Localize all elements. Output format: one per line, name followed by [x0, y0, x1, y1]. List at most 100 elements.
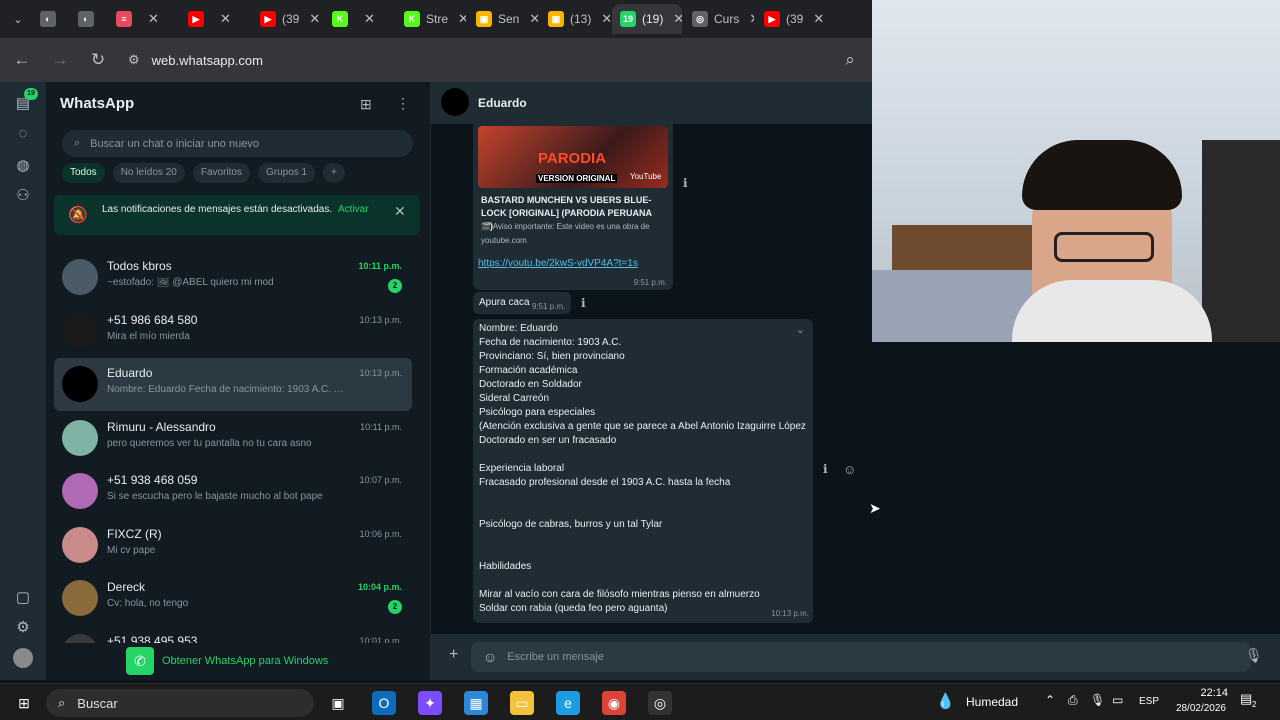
tab-search-icon[interactable]: ⌄: [6, 13, 30, 26]
close-tab-icon[interactable]: ✕: [529, 11, 538, 27]
notice-activate-link[interactable]: Activar: [338, 204, 369, 215]
chat-list-item[interactable]: +51 938 495 953 10:01 p.m.: [54, 626, 412, 643]
browser-tab[interactable]: ▶ ✕: [180, 4, 250, 34]
edge-icon[interactable]: e: [556, 691, 580, 715]
filter-chip[interactable]: Todos: [62, 163, 105, 183]
browser-tab[interactable]: K Stre ✕: [396, 4, 466, 34]
notification-icon[interactable]: ▤: [1240, 691, 1260, 711]
close-tab-icon[interactable]: ✕: [220, 11, 231, 27]
browser-tab[interactable]: ◐: [32, 4, 68, 34]
profile-avatar[interactable]: [13, 648, 33, 668]
browser-tab[interactable]: ◎ Curs ✕: [684, 4, 754, 34]
close-tab-icon[interactable]: ✕: [749, 11, 754, 27]
address-bar[interactable]: ⚙ web.whatsapp.com: [124, 45, 824, 75]
file-explorer-icon[interactable]: ▭: [510, 691, 534, 715]
message-time: 10:13 p.m.: [771, 609, 809, 618]
message-line: [479, 574, 813, 588]
clock-date[interactable]: 28/02/2026: [1168, 703, 1226, 714]
message-line: Mirar al vacío con cara de filósofo mien…: [479, 589, 760, 600]
site-info-icon[interactable]: ⚙: [128, 52, 140, 68]
close-tab-icon[interactable]: ✕: [813, 11, 824, 27]
close-tab-icon[interactable]: ✕: [364, 11, 375, 27]
youtube-link[interactable]: https://youtu.be/2kwS-vdVP4A?t=1s: [478, 258, 638, 269]
close-icon[interactable]: ✕: [394, 203, 406, 220]
chat-time: 10:13 p.m.: [359, 314, 402, 325]
attach-plus-icon[interactable]: +: [449, 646, 458, 664]
chat-list-item[interactable]: Rimuru - Alessandro pero queremos ver tu …: [54, 412, 412, 465]
chat-list: Todos kbros ~estofado: 🖼 @ABEL quiero mi …: [46, 243, 431, 643]
forward-icon[interactable]: →: [48, 50, 72, 70]
new-chat-icon[interactable]: ⊞: [360, 96, 372, 113]
browser-tab[interactable]: ▣ Sen ✕: [468, 4, 538, 34]
network-icon[interactable]: ▭: [1112, 693, 1123, 707]
browser-tab[interactable]: ≡ ✕: [108, 4, 178, 34]
chat-preview: Cv: hola, no tengo: [107, 598, 189, 609]
browser-tab[interactable]: ▶ (39 ✕: [252, 4, 322, 34]
communities-icon[interactable]: ⚇: [13, 186, 33, 206]
task-view-icon[interactable]: ▣: [326, 691, 350, 715]
get-whatsapp-link[interactable]: ✆ Obtener WhatsApp para Windows: [126, 647, 328, 675]
weather-label[interactable]: Humedad: [966, 695, 1018, 709]
media-icon[interactable]: ▢: [13, 588, 33, 608]
back-icon[interactable]: ←: [10, 50, 34, 70]
chat-list-item[interactable]: Dereck Cv: hola, no tengo 10:04 p.m. 2: [54, 572, 412, 625]
close-tab-icon[interactable]: ✕: [458, 11, 466, 27]
message-input[interactable]: ☺ Escribe un mensaje: [471, 642, 1251, 672]
message-line: Fracasado profesional desde el 1903 A.C.…: [479, 477, 731, 488]
close-tab-icon[interactable]: ✕: [309, 11, 320, 27]
menu-icon[interactable]: ⋮: [396, 95, 410, 112]
browser-tab[interactable]: ▣ (13) ✕: [540, 4, 610, 34]
store-icon[interactable]: ▦: [464, 691, 488, 715]
filter-chip[interactable]: Favoritos: [192, 163, 250, 183]
chrome-icon[interactable]: ◉: [602, 691, 626, 715]
browser-tab[interactable]: K ✕: [324, 4, 394, 34]
message-info-icon[interactable]: ℹ: [683, 176, 688, 190]
clock-time[interactable]: 22:14: [1178, 687, 1228, 699]
language-indicator[interactable]: ESP: [1139, 696, 1159, 707]
chat-name: Todos kbros: [107, 259, 172, 273]
settings-icon[interactable]: ⚙: [13, 618, 33, 638]
chat-list-item[interactable]: +51 986 684 580 Mira el mío mierda 10:13 p…: [54, 305, 412, 358]
message-info-icon[interactable]: ℹ: [823, 462, 828, 476]
chat-list-item[interactable]: FIXCZ (R) Mi cv pape 10:06 p.m.: [54, 519, 412, 572]
status-icon[interactable]: ◌: [13, 124, 33, 144]
chat-list-item[interactable]: Eduardo Nombre: Eduardo Fecha de nacimien…: [54, 358, 412, 411]
search-input[interactable]: ⌕ Buscar un chat o iniciar uno nuevo: [62, 130, 413, 157]
contact-avatar[interactable]: [441, 88, 469, 116]
filter-chip[interactable]: No leídos 20: [112, 163, 185, 183]
filter-chip[interactable]: Grupos 1: [257, 163, 316, 183]
message-info-icon[interactable]: ℹ: [581, 296, 586, 310]
react-emoji-icon[interactable]: ☺: [843, 462, 856, 477]
video-thumbnail[interactable]: PARODIA VERSION ORIGINAL YouTube: [478, 126, 668, 188]
tab-favicon-icon: ▶: [260, 11, 276, 27]
close-tab-icon[interactable]: ✕: [148, 11, 159, 27]
chat-sidebar: WhatsApp ⊞ ⋮ ⌕ Buscar un chat o iniciar …: [46, 82, 431, 680]
chevron-down-icon[interactable]: ⌄: [796, 323, 805, 336]
message-line: [479, 532, 813, 546]
emoji-icon[interactable]: ☺: [483, 649, 497, 665]
microphone-icon[interactable]: 🎙: [1245, 647, 1263, 664]
avatar: [62, 633, 98, 643]
taskbar-search[interactable]: ⌕ Buscar: [46, 689, 314, 717]
notifications-banner: 🔕 Las notificaciones de mensajes están d…: [54, 195, 420, 235]
outlook-icon[interactable]: O: [372, 691, 396, 715]
close-tab-icon[interactable]: ✕: [673, 11, 682, 27]
copilot-icon[interactable]: ✦: [418, 691, 442, 715]
avatar: [62, 259, 98, 295]
channels-icon[interactable]: ◍: [13, 156, 33, 176]
reload-icon[interactable]: ↻: [86, 50, 110, 70]
chevron-up-icon[interactable]: ⌃: [1045, 693, 1055, 707]
chat-list-item[interactable]: +51 938 468 059 Si se escucha pero le baj…: [54, 465, 412, 518]
close-tab-icon[interactable]: ✕: [601, 11, 610, 27]
tab-favicon-icon: ◐: [78, 11, 94, 27]
browser-tab[interactable]: 19 (19) ✕: [612, 4, 682, 34]
microphone-icon[interactable]: 🎙: [1090, 693, 1105, 707]
zoom-icon[interactable]: ⌕: [838, 50, 862, 70]
browser-tab[interactable]: ◐: [70, 4, 106, 34]
chat-list-item[interactable]: Todos kbros ~estofado: 🖼 @ABEL quiero mi …: [54, 251, 412, 304]
obs-icon[interactable]: ◎: [648, 691, 672, 715]
meet-icon[interactable]: ⎙: [1068, 693, 1078, 708]
add-filter-icon[interactable]: +: [323, 163, 345, 183]
windows-start-icon[interactable]: ⊞: [12, 691, 36, 715]
browser-tab[interactable]: ▶ (39 ✕: [756, 4, 826, 34]
